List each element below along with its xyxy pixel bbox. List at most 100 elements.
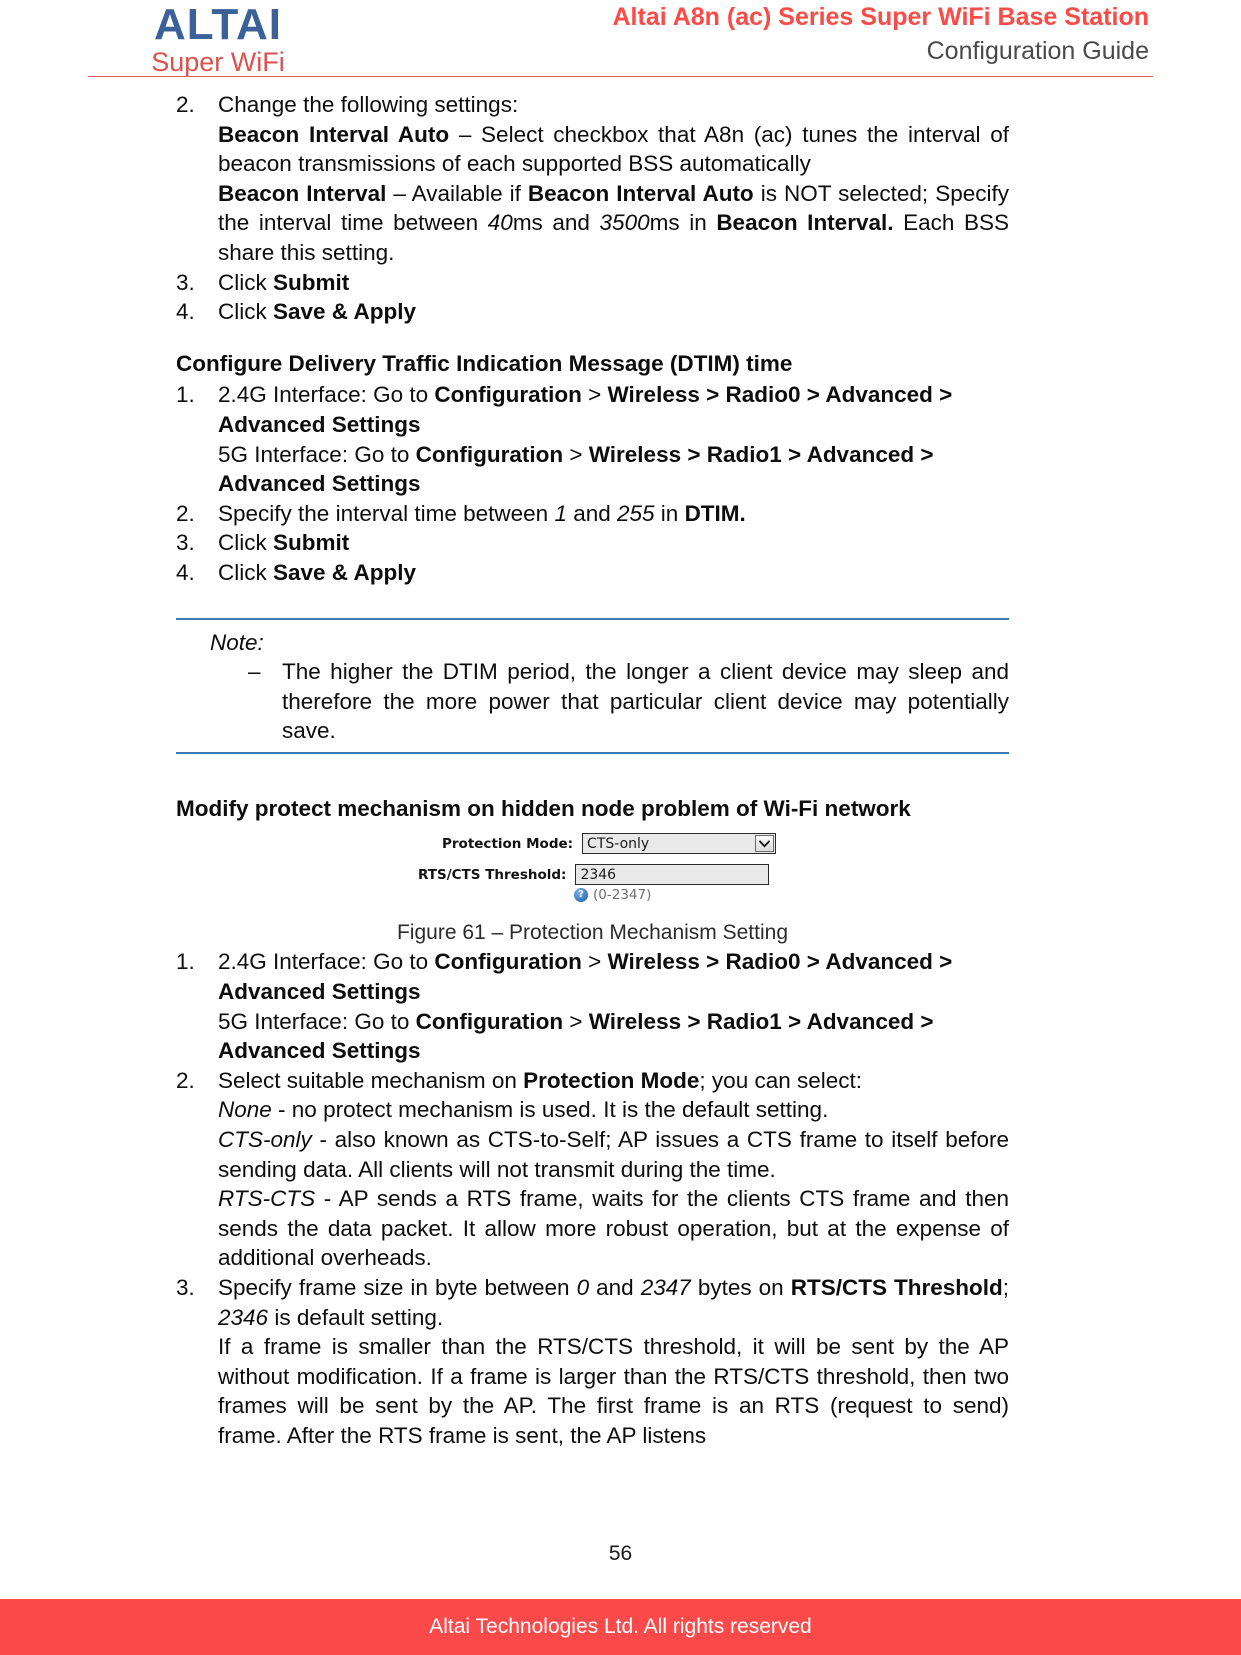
- option-none-text: - no protect mechanism is used. It is th…: [271, 1097, 829, 1123]
- nav-path-configuration: Configuration: [434, 949, 582, 975]
- nav-separator: >: [581, 382, 608, 408]
- dtim-step-text-a: Specify the interval time between: [218, 500, 555, 526]
- list-number: 3.: [176, 530, 195, 556]
- click-label: Click: [218, 299, 273, 325]
- note-dash: –: [248, 659, 261, 685]
- frame-size-text-c: bytes on: [690, 1275, 791, 1300]
- list-number: 4.: [176, 299, 195, 325]
- interface-5g-prefix: 5G Interface: Go to: [218, 441, 416, 467]
- note-text: The higher the DTIM period, the longer a…: [282, 659, 1009, 744]
- nav-separator: >: [563, 1008, 589, 1034]
- header-titles: Altai A8n (ac) Series Super WiFi Base St…: [613, 2, 1150, 68]
- protection-mechanism-form: Protection Mode: CTS-only RTS/CTS Thresh…: [176, 831, 1009, 917]
- list-number: 3.: [176, 269, 195, 295]
- option-none-name: None: [218, 1097, 272, 1123]
- note-callout: Note: – The higher the DTIM period, the …: [176, 617, 1009, 754]
- rts-cts-threshold-reference: RTS/CTS Threshold: [790, 1275, 1003, 1300]
- frame-size-text-d: ;: [1002, 1275, 1010, 1300]
- list-number: 2.: [176, 92, 195, 117]
- help-question-icon[interactable]: ?: [574, 888, 588, 903]
- option-rts-cts-description: RTS-CTS - AP sends a RTS frame, waits fo…: [176, 1184, 1009, 1273]
- protection-mode-label: Protection Mode:: [442, 835, 574, 852]
- logo-primary-text: ALTAI: [154, 0, 282, 49]
- list-item: 4. Click Save & Apply: [176, 558, 1009, 588]
- beacon-desc-4: ms and: [512, 210, 600, 236]
- click-label: Click: [218, 559, 273, 585]
- list-item: 2. Change the following settings:: [176, 90, 1009, 120]
- option-rts-cts-text: - AP sends a RTS frame, waits for the cl…: [218, 1186, 1009, 1271]
- interface-5g-prefix: 5G Interface: Go to: [218, 1008, 416, 1034]
- header-divider: [88, 76, 1153, 77]
- rts-cts-threshold-value: 2346: [580, 866, 617, 883]
- list-item: 4. Click Save & Apply: [176, 297, 1009, 327]
- nav-separator: >: [581, 949, 608, 975]
- nav-path-configuration: Configuration: [415, 441, 564, 467]
- range-hint-text: (0-2347): [593, 887, 652, 904]
- rts-cts-default-value: 2346: [218, 1304, 269, 1330]
- beacon-desc-1: – Available if: [386, 180, 528, 206]
- protection-mode-value: CTS-only: [587, 835, 650, 852]
- protection-mode-reference: Protection Mode: [523, 1067, 700, 1093]
- logo-secondary-text: Super WiFi: [151, 46, 285, 77]
- nav-path-configuration: Configuration: [434, 382, 582, 408]
- nav-path-configuration: Configuration: [415, 1008, 564, 1034]
- select-mechanism-text-tail: ; you can select:: [699, 1067, 863, 1093]
- nav-separator: >: [563, 441, 589, 467]
- note-title: Note:: [210, 629, 264, 655]
- interface-5g-line: 5G Interface: Go to Configuration > Wire…: [218, 1007, 1009, 1066]
- submit-button-reference: Submit: [273, 530, 350, 556]
- list-item: 2. Specify the interval time between 1 a…: [176, 499, 1009, 529]
- rts-cts-threshold-input[interactable]: 2346: [575, 864, 770, 886]
- rts-cts-range-hint: ? (0-2347): [574, 887, 651, 903]
- option-cts-only-text: - also known as CTS-to-Self; AP issues a…: [218, 1127, 1009, 1182]
- option-cts-only-description: CTS-only - also known as CTS-to-Self; AP…: [176, 1125, 1009, 1184]
- dtim-max-value: 255: [617, 500, 655, 526]
- list-item: 3. Click Submit: [176, 268, 1009, 298]
- option-none-description: None - no protect mechanism is used. It …: [176, 1095, 1009, 1125]
- document-product-title: Altai A8n (ac) Series Super WiFi Base St…: [612, 3, 1150, 31]
- save-apply-button-reference: Save & Apply: [273, 559, 416, 585]
- save-apply-button-reference: Save & Apply: [273, 299, 416, 325]
- beacon-max-value: 3500: [599, 210, 650, 236]
- list-item: 3. Click Submit: [176, 528, 1009, 558]
- list-text: Change the following settings:: [218, 92, 519, 117]
- beacon-desc-5: ms in: [649, 210, 717, 236]
- list-number: 4.: [176, 559, 195, 585]
- beacon-min-value: 40: [487, 210, 513, 236]
- note-bullet: – The higher the DTIM period, the longer…: [176, 657, 1009, 746]
- list-number: 2.: [176, 1067, 195, 1093]
- protection-mode-row: Protection Mode: CTS-only: [442, 833, 777, 855]
- frame-size-max: 2347: [640, 1275, 691, 1300]
- beacon-auto-paragraph: Beacon Interval Auto – Select checkbox t…: [176, 120, 1009, 179]
- figure-caption: Figure 61 – Protection Mechanism Setting: [396, 921, 789, 945]
- interface-5g-line: 5G Interface: Go to Configuration > Wire…: [218, 440, 1009, 499]
- beacon-interval-paragraph: Beacon Interval – Available if Beacon In…: [176, 179, 1009, 268]
- option-cts-only-name: CTS-only: [218, 1127, 312, 1153]
- footer-bar: Altai Technologies Ltd. All rights reser…: [0, 1599, 1241, 1655]
- beacon-interval-term: Beacon Interval: [218, 180, 387, 206]
- list-number: 1.: [176, 382, 195, 408]
- select-mechanism-text: Select suitable mechanism on: [218, 1067, 524, 1093]
- beacon-auto-term: Beacon Interval Auto: [218, 121, 450, 147]
- chevron-down-icon[interactable]: [755, 835, 775, 853]
- protection-mode-select[interactable]: CTS-only: [582, 833, 777, 855]
- interface-24g-prefix: 2.4G Interface: Go to: [218, 382, 435, 408]
- list-number: 1.: [176, 949, 195, 975]
- frame-size-min: 0: [576, 1275, 590, 1300]
- beacon-field-name: Beacon Interval.: [716, 210, 894, 236]
- page-header: ALTAI Super WiFi Altai A8n (ac) Series S…: [0, 0, 1241, 82]
- rts-cts-threshold-row: RTS/CTS Threshold: 2346: [418, 864, 770, 886]
- list-item: 1. 2.4G Interface: Go to Configuration >…: [176, 947, 1009, 1065]
- list-number: 3.: [176, 1275, 195, 1300]
- document-subtitle: Configuration Guide: [926, 37, 1149, 66]
- page-number: 56: [608, 1542, 633, 1565]
- option-rts-cts-name: RTS-CTS: [218, 1186, 316, 1212]
- dtim-field-reference: DTIM.: [684, 500, 746, 526]
- interface-24g-prefix: 2.4G Interface: Go to: [218, 949, 435, 975]
- protect-section-heading: Modify protect mechanism on hidden node …: [176, 795, 911, 821]
- dtim-section-heading: Configure Delivery Traffic Indication Me…: [176, 350, 793, 376]
- list-item: 1. 2.4G Interface: Go to Configuration >…: [176, 380, 1009, 498]
- dtim-step-text-c: in: [654, 500, 685, 526]
- rts-cts-threshold-label: RTS/CTS Threshold:: [418, 866, 567, 883]
